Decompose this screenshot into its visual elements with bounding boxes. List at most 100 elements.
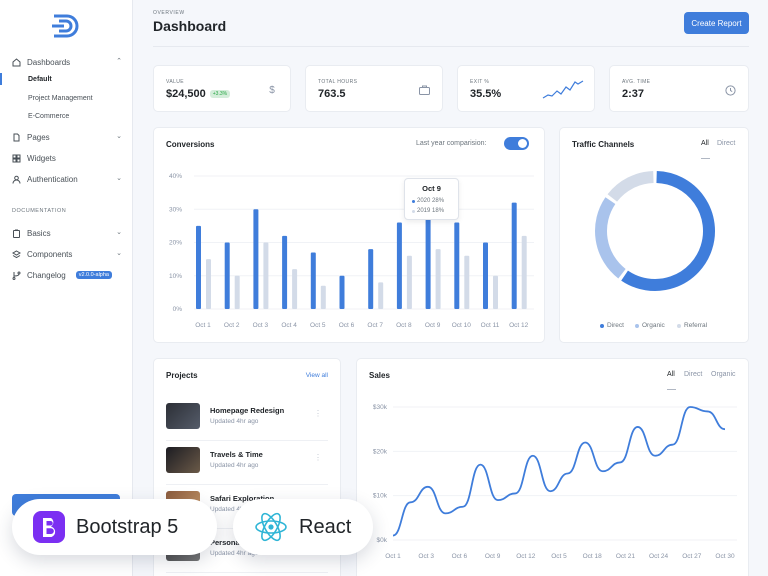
stat-value: $24,500 +3.3% bbox=[166, 88, 231, 100]
bar-2019 bbox=[464, 255, 470, 309]
bar-2020 bbox=[310, 252, 316, 309]
chevron-down-icon[interactable]: ⌄ bbox=[116, 174, 122, 182]
react-label: React bbox=[299, 515, 352, 538]
project-row[interactable]: Travels & Time Updated 4hr ago ⋮ bbox=[166, 441, 328, 485]
y-tick-label: $10k bbox=[373, 493, 388, 500]
sidebar-subitem-project-management[interactable]: Project Management bbox=[28, 95, 93, 102]
x-tick-label: Oct 5 bbox=[551, 553, 567, 560]
sidebar-item-label: Pages bbox=[27, 132, 50, 142]
bar-2019 bbox=[378, 282, 384, 309]
y-tick-label: 20% bbox=[169, 240, 182, 247]
bar-2019 bbox=[206, 259, 211, 309]
x-tick-label: Oct 9 bbox=[485, 553, 501, 560]
x-tick-label: Oct 18 bbox=[583, 553, 603, 560]
bar-2020 bbox=[425, 215, 431, 309]
stat-card-avg-time: AVG. TIME 2:37 bbox=[609, 65, 749, 112]
clock-icon bbox=[724, 84, 736, 96]
chevron-down-icon[interactable]: ⌄ bbox=[116, 228, 122, 236]
bar-2020 bbox=[282, 235, 288, 309]
sidebar-item-pages[interactable]: Pages ⌄ bbox=[12, 129, 122, 145]
x-tick-label: Oct 6 bbox=[452, 553, 468, 560]
page-title: Dashboard bbox=[153, 18, 227, 34]
grid-icon bbox=[12, 154, 21, 163]
bar-2020 bbox=[196, 225, 201, 309]
bootstrap-badge: Bootstrap 5 bbox=[12, 499, 217, 555]
sidebar-subitem-default[interactable]: Default bbox=[28, 76, 52, 83]
chevron-down-icon[interactable]: ⌄ bbox=[116, 249, 122, 257]
stat-card-total-hours: TOTAL HOURS 763.5 bbox=[305, 65, 443, 112]
header-divider bbox=[153, 46, 749, 47]
bar-2019 bbox=[320, 285, 326, 309]
more-vertical-icon[interactable]: ⋮ bbox=[314, 409, 322, 418]
brand-logo[interactable] bbox=[50, 12, 82, 40]
sidebar-item-widgets[interactable]: Widgets bbox=[12, 150, 122, 166]
sidebar-item-changelog[interactable]: Changelog v2.0.0-alpha bbox=[12, 267, 122, 283]
project-row[interactable]: Homepage Redesign Updated 4hr ago ⋮ bbox=[166, 397, 328, 441]
x-tick-label: Oct 12 bbox=[516, 553, 536, 560]
bar-2019 bbox=[521, 235, 527, 309]
documentation-section-label: DOCUMENTATION bbox=[12, 208, 67, 214]
sales-chart: $0k $10k $20k $30k Oct 1 Oct 3 Oct 6 Oct 9 Oct 1… bbox=[373, 404, 737, 560]
tooltip-line-2019-text: 2019 18% bbox=[417, 208, 445, 214]
x-tick-label: Oct 3 bbox=[418, 553, 434, 560]
project-name: Homepage Redesign bbox=[210, 406, 285, 415]
x-tick-label: Oct 21 bbox=[616, 553, 636, 560]
legend-organic-label: Organic bbox=[642, 322, 665, 329]
x-tick-label: Oct 7 bbox=[367, 322, 383, 329]
x-tick-label: Oct 5 bbox=[310, 322, 326, 329]
active-indicator bbox=[0, 73, 2, 85]
layers-icon bbox=[12, 249, 21, 259]
x-tick-label: Oct 11 bbox=[481, 322, 500, 329]
x-tick-label: Oct 4 bbox=[281, 322, 297, 329]
y-tick-label: $0k bbox=[377, 537, 388, 544]
project-updated: Updated 4hr ago bbox=[210, 418, 259, 425]
sidebar-item-basics[interactable]: Basics ⌄ bbox=[12, 225, 122, 241]
sidebar-subitem-ecommerce[interactable]: E-Commerce bbox=[28, 113, 69, 120]
chevron-up-icon[interactable]: ⌃ bbox=[116, 57, 122, 65]
react-logo-icon bbox=[255, 512, 287, 542]
sales-line bbox=[392, 406, 726, 537]
bar-2019 bbox=[493, 275, 498, 309]
x-tick-label: Oct 9 bbox=[425, 322, 441, 329]
dashboard-icon bbox=[12, 57, 21, 67]
project-name: Travels & Time bbox=[210, 450, 263, 459]
traffic-channels-card: Traffic Channels All Direct Direct Organ… bbox=[559, 127, 749, 343]
react-badge: React bbox=[233, 499, 373, 555]
sidebar-item-components[interactable]: Components ⌄ bbox=[12, 246, 122, 262]
legend-referral-label: Referral bbox=[684, 322, 708, 329]
bar-2019 bbox=[292, 269, 298, 309]
sidebar-item-authentication[interactable]: Authentication ⌄ bbox=[12, 171, 122, 187]
x-tick-label: Oct 30 bbox=[715, 553, 735, 560]
bar-2019 bbox=[435, 249, 441, 309]
bar-2020 bbox=[396, 222, 402, 309]
legend-direct: Direct bbox=[600, 322, 624, 329]
bar-2019 bbox=[406, 255, 412, 309]
sales-card: Sales All Direct Organic $0k $10k $20k $30k… bbox=[356, 358, 749, 576]
stat-value: 35.5% bbox=[470, 88, 502, 100]
create-report-button[interactable]: Create Report bbox=[684, 12, 749, 34]
view-all-link[interactable]: View all bbox=[306, 372, 328, 379]
briefcase-icon bbox=[418, 84, 430, 96]
more-vertical-icon[interactable]: ⋮ bbox=[314, 453, 322, 462]
sidebar-item-label: Dashboards bbox=[27, 57, 71, 67]
stat-value: 763.5 bbox=[318, 88, 346, 100]
y-tick-label: 30% bbox=[169, 206, 182, 213]
sidebar-item-dashboards[interactable]: Dashboards ⌃ bbox=[12, 54, 122, 70]
chart-tooltip: Oct 9 2020 28% 2019 18% bbox=[404, 178, 459, 220]
bar-2019 bbox=[263, 242, 269, 309]
bootstrap-logo-icon bbox=[33, 511, 65, 543]
sidebar: Dashboards ⌃ Pages ⌄ Widgets Authentication ⌄ B… bbox=[0, 0, 133, 576]
projects-title: Projects bbox=[166, 371, 198, 380]
x-tick-label: Oct 24 bbox=[649, 553, 669, 560]
file-icon bbox=[12, 133, 21, 142]
x-tick-label: Oct 8 bbox=[396, 322, 412, 329]
tooltip-line-2020-text: 2020 28% bbox=[417, 198, 445, 204]
user-icon bbox=[12, 175, 21, 184]
stat-value: 2:37 bbox=[622, 88, 645, 100]
tooltip-title: Oct 9 bbox=[422, 184, 441, 193]
legend-organic: Organic bbox=[635, 322, 665, 329]
chevron-down-icon[interactable]: ⌄ bbox=[116, 132, 122, 140]
tooltip-line-2020: 2020 28% bbox=[412, 198, 444, 204]
sidebar-item-label: Basics bbox=[27, 228, 51, 238]
x-tick-label: Oct 27 bbox=[682, 553, 702, 560]
